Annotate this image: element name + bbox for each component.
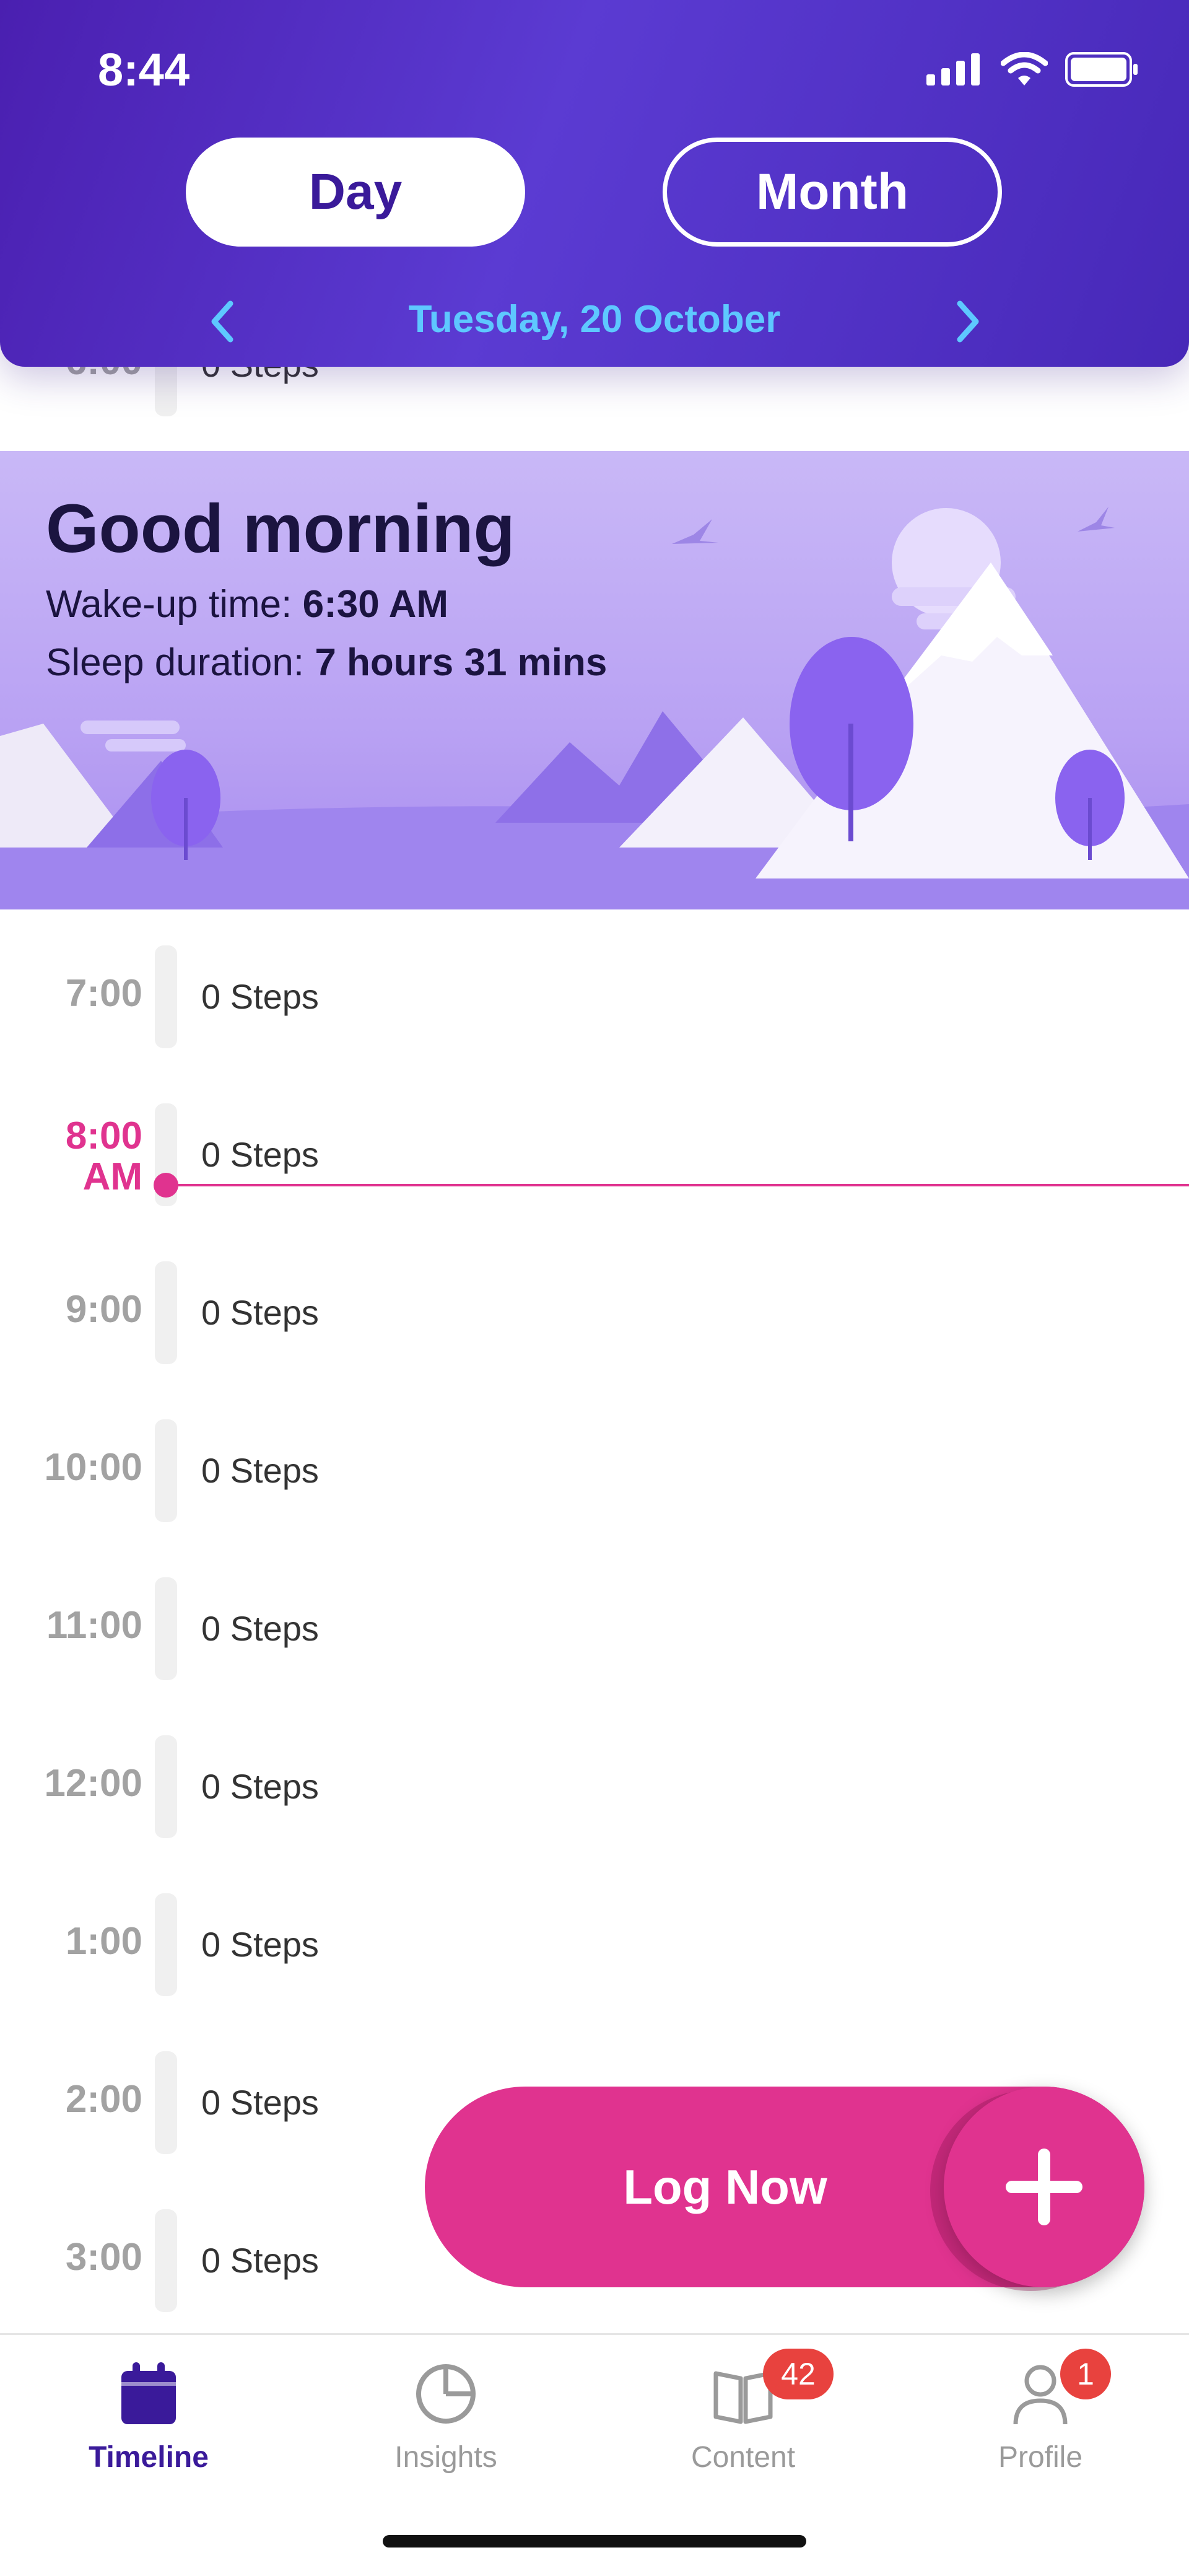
tab-profile[interactable]: Profile 1 (892, 2349, 1189, 2496)
date-navigator: Tuesday, 20 October (0, 291, 1189, 353)
header: 8:44 Day Month Tuesday, 20 October (0, 0, 1189, 367)
row-steps: 0 Steps (201, 2083, 319, 2122)
timeline-row[interactable]: 9:00 0 Steps (0, 1261, 1189, 1367)
tab-label: Content (690, 2441, 796, 2474)
wake-up-line: Wake-up time: 6:30 AM (46, 582, 448, 626)
row-steps: 0 Steps (201, 1925, 319, 1964)
plus-icon (1006, 2149, 1082, 2225)
sleep-duration-line: Sleep duration: 7 hours 31 mins (46, 641, 607, 685)
timeline-row[interactable]: 10:00 0 Steps (0, 1419, 1189, 1525)
row-time: 12:00 (44, 1762, 142, 1805)
row-time: 11:00 (46, 1604, 142, 1647)
wake-up-label: Wake-up time: (46, 583, 292, 626)
timeline-row[interactable]: 11:00 0 Steps (0, 1577, 1189, 1683)
row-steps: 0 Steps (201, 1609, 319, 1648)
wake-up-value: 6:30 AM (302, 583, 449, 626)
row-bar (155, 945, 177, 1048)
add-button[interactable] (944, 2087, 1144, 2287)
tab-timeline[interactable]: Timeline (0, 2360, 297, 2496)
current-time-dot (154, 1173, 178, 1198)
row-time: 3:00 (65, 2236, 142, 2279)
row-time: 2:00 (65, 2078, 142, 2121)
row-steps: 0 Steps (201, 977, 319, 1016)
timeline-row[interactable]: 1:00 0 Steps (0, 1893, 1189, 1999)
row-bar (155, 2051, 177, 2154)
row-time: 9:00 (65, 1288, 142, 1331)
row-steps: 0 Steps (201, 1767, 319, 1806)
tab-label: Profile (998, 2441, 1083, 2474)
log-now-label: Log Now (623, 2160, 827, 2214)
tab-label: Timeline (89, 2441, 209, 2474)
timeline-row[interactable]: 7:00 0 Steps (0, 945, 1189, 1051)
content-badge: 42 (763, 2349, 834, 2399)
row-bar (155, 1261, 177, 1364)
row-time: 10:00 (44, 1446, 142, 1489)
profile-badge: 1 (1060, 2349, 1111, 2399)
current-time-line (166, 1184, 1189, 1186)
row-bar (155, 1419, 177, 1522)
current-hour-suffix: AM (82, 1155, 142, 1198)
row-bar (155, 1735, 177, 1838)
timeline-row[interactable]: 12:00 0 Steps (0, 1735, 1189, 1841)
current-date: Tuesday, 20 October (408, 298, 781, 341)
tab-month[interactable]: Month (663, 138, 1002, 247)
status-icons (926, 51, 1139, 88)
tab-content[interactable]: Content 42 (594, 2349, 892, 2496)
status-time: 8:44 (98, 44, 190, 95)
calendar-icon (121, 2362, 176, 2424)
row-bar (155, 1893, 177, 1996)
sleep-duration-value: 7 hours 31 mins (315, 641, 608, 684)
tab-label: Insights (394, 2441, 497, 2474)
row-time: 1:00 (65, 1920, 142, 1963)
log-now-button[interactable]: Log Now (425, 2087, 1144, 2287)
tab-insights[interactable]: Insights (297, 2360, 594, 2496)
row-bar (155, 2209, 177, 2312)
wifi-icon (1001, 52, 1048, 85)
battery-icon (1065, 52, 1138, 87)
home-indicator (383, 2535, 806, 2548)
row-steps: 0 Steps (201, 1135, 319, 1174)
timeline-row-current[interactable]: 8:00 AM 0 Steps (0, 1103, 1189, 1209)
sleep-duration-label: Sleep duration: (46, 641, 305, 684)
chevron-right-icon[interactable] (949, 300, 986, 343)
tab-day[interactable]: Day (186, 138, 525, 247)
greeting-title: Good morning (46, 491, 515, 567)
row-time: 7:00 (65, 972, 142, 1015)
row-time: 8:00 AM (19, 1116, 142, 1198)
row-steps: 0 Steps (201, 2241, 319, 2280)
row-steps: 0 Steps (201, 1293, 319, 1332)
signal-icon (926, 53, 980, 85)
row-bar (155, 1577, 177, 1680)
pie-chart-icon (416, 2364, 476, 2424)
row-steps: 0 Steps (201, 1451, 319, 1490)
current-hour: 8:00 (65, 1115, 142, 1157)
